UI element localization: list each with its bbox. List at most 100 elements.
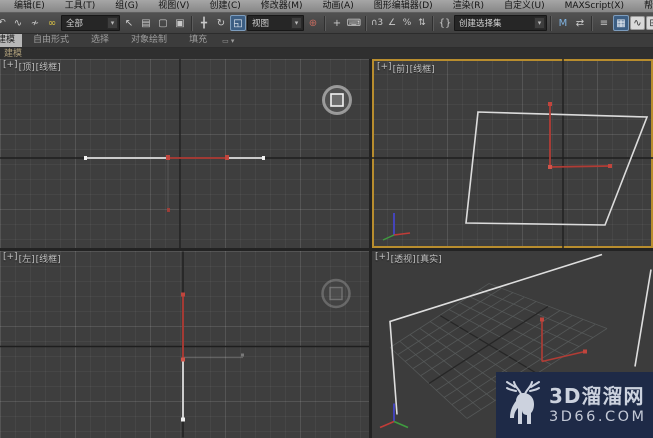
align-icon[interactable]: ⇄ [572, 15, 588, 31]
percent-snap-icon[interactable]: % [400, 15, 414, 31]
toolbar-separator [591, 15, 593, 31]
viewport-left[interactable]: [+] [左] [线框] [0, 251, 369, 438]
menu-maxscript[interactable]: MAXScript(X) [555, 0, 634, 12]
viewport-shading-label[interactable]: [线框] [36, 60, 61, 73]
chevron-down-icon: ▾ [291, 17, 302, 29]
viewport-left-label: [+] [左] [线框] [3, 252, 61, 265]
spline-shape [84, 155, 265, 212]
menu-animation[interactable]: 动画(A) [313, 0, 364, 12]
menu-edit[interactable]: 编辑(E) [4, 0, 55, 12]
world-axes [372, 59, 653, 248]
undo-icon[interactable]: ↶ [0, 15, 9, 31]
deer-body [510, 393, 534, 424]
chevron-down-icon: ▾ [534, 17, 545, 29]
viewport-front-label: [+] [前] [线框] [377, 62, 435, 75]
snaps-toggle-icon[interactable]: ∩3 [370, 15, 384, 31]
axis-tripod [382, 213, 411, 241]
viewport-perspective-label: [+] [透视] [真实] [375, 252, 442, 265]
ribbon-toggle-icon[interactable]: ▦ [613, 15, 629, 31]
ribbon-collapse-icon[interactable]: ▭ ▾ [218, 34, 238, 47]
watermark-text: 3D溜溜网 3D66.COM [549, 386, 647, 425]
menu-tools[interactable]: 工具(T) [55, 0, 106, 12]
plane-wireframe [465, 111, 649, 226]
select-by-name-icon[interactable]: ▤ [138, 15, 154, 31]
viewport-top[interactable]: [+] [顶] [线框] [0, 59, 369, 248]
select-and-rotate-icon[interactable]: ↻ [213, 15, 229, 31]
viewport-shading-label[interactable]: [真实] [417, 252, 442, 265]
select-and-link-icon[interactable]: ∿ [10, 15, 26, 31]
select-object-icon[interactable]: ↖ [121, 15, 137, 31]
named-selection-value: 创建选择集 [459, 19, 502, 29]
selection-filter-dropdown[interactable]: 全部 ▾ [61, 15, 120, 31]
select-and-scale-icon[interactable]: ◱ [230, 15, 246, 31]
spinner-snap-icon[interactable]: ⇅ [415, 15, 429, 31]
axis-tripod [379, 403, 409, 429]
viewport-pov-label[interactable]: [顶] [19, 60, 35, 73]
viewport-pov-label[interactable]: [前] [393, 62, 409, 75]
menu-bar: 编辑(E) 工具(T) 组(G) 视图(V) 创建(C) 修改器(M) 动画(A… [0, 0, 653, 12]
viewport-menu-label[interactable]: [+] [375, 252, 390, 265]
schematic-view-icon[interactable]: ⊞ [646, 16, 653, 30]
watermark-brand: 3D溜溜网 [549, 383, 645, 408]
max-application-window: 编辑(E) 工具(T) 组(G) 视图(V) 创建(C) 修改器(M) 动画(A… [0, 0, 653, 438]
ribbon-tab-freeform[interactable]: 自由形式 [22, 34, 80, 47]
reference-coordinate-dropdown[interactable]: 视图 ▾ [247, 15, 304, 31]
keyboard-shortcut-override-icon[interactable]: ⌨ [346, 15, 362, 31]
angle-snap-icon[interactable]: ∠ [385, 15, 399, 31]
main-toolbar: ↶ ∿ ≁ ∞ 全部 ▾ ↖ ▤ ▢ ▣ ╋ ↻ ◱ 视图 ▾ ⊕ + ⌨ ∩3… [0, 12, 653, 34]
ribbon-tab-bar: 建模 自由形式 选择 对象绘制 填充 ▭ ▾ [0, 34, 653, 48]
toolbar-separator [550, 15, 552, 31]
menu-help[interactable]: 帮助(H) [634, 0, 653, 12]
world-axes [0, 251, 369, 438]
menu-group[interactable]: 组(G) [105, 0, 148, 12]
viewport-menu-label[interactable]: [+] [377, 62, 392, 75]
world-axes [0, 59, 369, 248]
curve-editor-icon[interactable]: ∿ [630, 16, 645, 30]
brush-cursor-overlay [322, 85, 352, 115]
viewport-menu-label[interactable]: [+] [3, 252, 18, 265]
ribbon-tab-selection[interactable]: 选择 [80, 34, 120, 47]
coordinate-system-value: 视图 [252, 19, 270, 29]
viewport-menu-label[interactable]: [+] [3, 60, 18, 73]
watermark-banner: 3D溜溜网 3D66.COM [496, 372, 653, 438]
named-selection-dropdown[interactable]: 创建选择集 ▾ [454, 15, 547, 31]
menu-modifiers[interactable]: 修改器(M) [251, 0, 313, 12]
brush-cursor-overlay [321, 278, 351, 309]
toolbar-separator [432, 15, 434, 31]
menu-create[interactable]: 创建(C) [199, 0, 250, 12]
use-pivot-point-icon[interactable]: ⊕ [305, 15, 321, 31]
viewport-left-canvas[interactable] [0, 251, 369, 438]
menu-views[interactable]: 视图(V) [148, 0, 199, 12]
menu-customize[interactable]: 自定义(U) [494, 0, 555, 12]
bind-to-space-warp-icon[interactable]: ∞ [44, 15, 60, 31]
viewport-pov-label[interactable]: [左] [19, 252, 35, 265]
spline-shape [548, 102, 612, 169]
ribbon-tab-modeling[interactable]: 建模 [0, 34, 23, 47]
viewport-top-canvas[interactable] [0, 59, 369, 248]
selection-filter-value: 全部 [66, 19, 84, 29]
select-and-move-icon[interactable]: ╋ [196, 15, 212, 31]
ribbon-panel-label: 建模 [4, 49, 23, 59]
select-and-manipulate-icon[interactable]: + [329, 15, 345, 31]
viewport-shading-label[interactable]: [线框] [410, 62, 435, 75]
layer-manager-icon[interactable]: ≡ [596, 15, 612, 31]
unlink-selection-icon[interactable]: ≁ [27, 15, 43, 31]
viewport-shading-label[interactable]: [线框] [36, 252, 61, 265]
menu-rendering[interactable]: 渲染(R) [443, 0, 494, 12]
toolbar-separator [324, 15, 326, 31]
rectangular-selection-region-icon[interactable]: ▢ [155, 15, 171, 31]
ribbon-tab-object-paint[interactable]: 对象绘制 [120, 34, 178, 47]
ribbon-tab-populate[interactable]: 填充 [178, 34, 218, 47]
viewport-pov-label[interactable]: [透视] [391, 252, 416, 265]
spline-shape [181, 292, 244, 422]
deer-logo-icon [506, 381, 540, 424]
watermark-domain: 3D66.COM [549, 408, 647, 425]
menu-graph-editors[interactable]: 图形编辑器(D) [364, 0, 443, 12]
viewport-front-canvas[interactable] [372, 59, 653, 248]
edit-named-selection-icon[interactable]: {} [437, 15, 453, 31]
mirror-icon[interactable]: M [555, 15, 571, 31]
window-crossing-icon[interactable]: ▣ [172, 15, 188, 31]
chevron-down-icon: ▾ [107, 17, 118, 29]
viewport-front[interactable]: [+] [前] [线框] [372, 59, 653, 248]
toolbar-separator [365, 15, 367, 31]
